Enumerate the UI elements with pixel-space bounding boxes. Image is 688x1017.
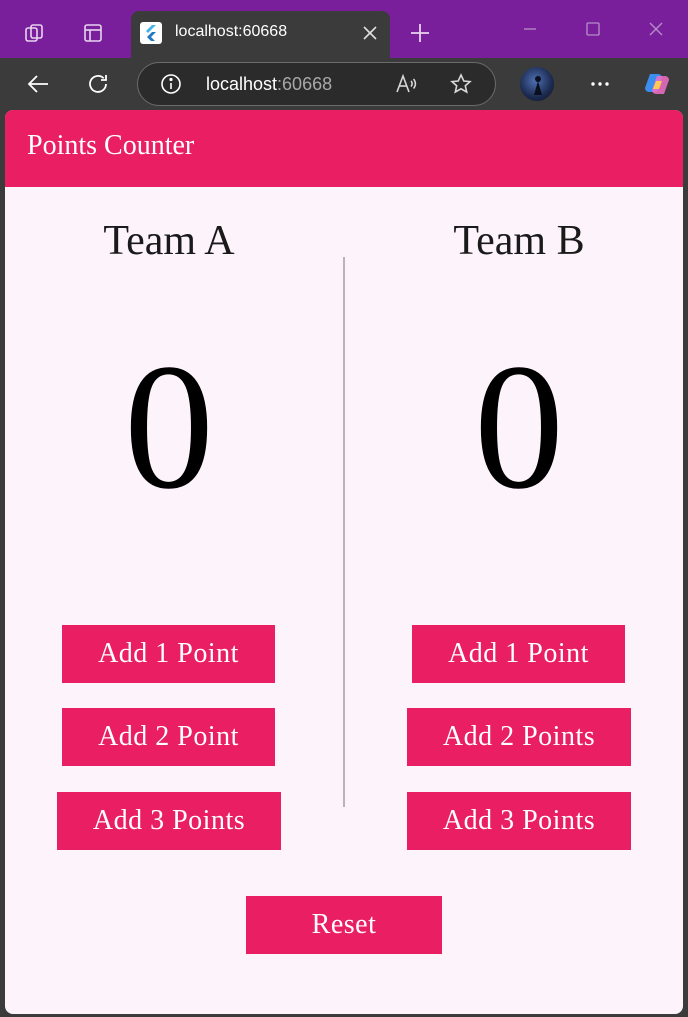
address-bar[interactable]: localhost:60668 <box>137 62 496 106</box>
close-window-icon[interactable] <box>641 16 671 42</box>
url-host: localhost <box>206 74 278 94</box>
vertical-tabs-icon[interactable] <box>78 18 108 48</box>
read-aloud-icon[interactable] <box>394 72 418 96</box>
team-b-column: Team B 0 Add 1 Point Add 2 Points Add 3 … <box>344 187 683 1014</box>
back-arrow-icon[interactable] <box>21 67 55 101</box>
url-text: localhost:60668 <box>206 74 332 95</box>
app-title: Points Counter <box>27 130 195 161</box>
team-a-score: 0 <box>124 327 214 526</box>
team-a-add-3-button[interactable]: Add 3 Points <box>57 792 281 850</box>
app-bar: Points Counter <box>5 110 683 187</box>
tab-title: localhost:60668 <box>175 23 288 40</box>
site-info-icon[interactable] <box>160 73 182 95</box>
minimize-icon[interactable] <box>515 16 545 42</box>
flutter-favicon-icon <box>140 22 162 44</box>
team-a-column: Team A 0 Add 1 Point Add 2 Point Add 3 P… <box>5 187 344 1014</box>
new-tab-icon[interactable] <box>405 18 435 48</box>
team-b-name: Team B <box>453 218 585 264</box>
more-options-icon[interactable] <box>583 67 617 101</box>
team-a-name: Team A <box>103 218 235 264</box>
refresh-icon[interactable] <box>81 67 115 101</box>
team-b-score: 0 <box>474 327 564 526</box>
favorite-star-icon[interactable] <box>449 72 473 96</box>
profile-avatar[interactable] <box>520 67 554 101</box>
close-tab-icon[interactable] <box>360 23 380 43</box>
copilot-icon[interactable] <box>640 67 674 101</box>
url-port: :60668 <box>277 74 333 94</box>
browser-toolbar: localhost:60668 <box>0 58 688 110</box>
active-tab[interactable]: localhost:60668 <box>131 11 390 58</box>
workspaces-icon[interactable] <box>20 18 50 48</box>
team-b-add-1-button[interactable]: Add 1 Point <box>412 625 625 683</box>
team-b-add-2-button[interactable]: Add 2 Points <box>407 708 631 766</box>
team-a-add-2-button[interactable]: Add 2 Point <box>62 708 275 766</box>
app-page: Points Counter Team A 0 Add 1 Point Add … <box>5 110 683 1014</box>
team-b-add-3-button[interactable]: Add 3 Points <box>407 792 631 850</box>
team-a-add-1-button[interactable]: Add 1 Point <box>62 625 275 683</box>
reset-button[interactable]: Reset <box>246 896 442 954</box>
maximize-icon[interactable] <box>578 16 608 42</box>
tab-strip: localhost:60668 <box>0 0 688 58</box>
